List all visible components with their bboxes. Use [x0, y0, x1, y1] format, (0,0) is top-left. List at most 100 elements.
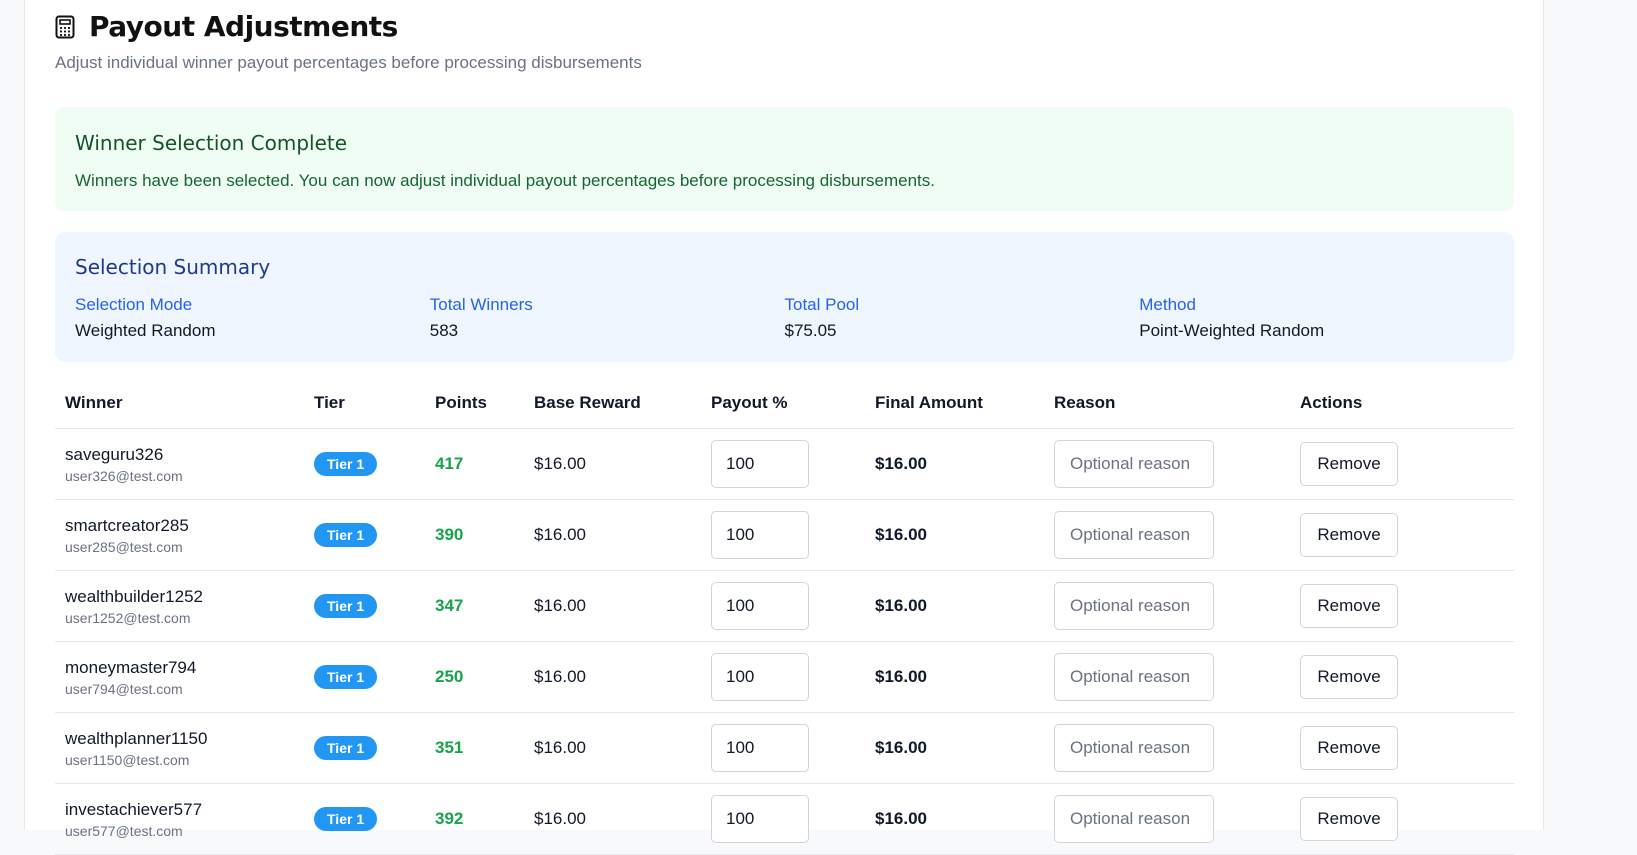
remove-button[interactable]: Remove	[1300, 726, 1398, 770]
final-amount-cell: $16.00	[865, 499, 1044, 571]
points-cell: 390	[425, 499, 524, 571]
reason-input[interactable]	[1054, 440, 1214, 488]
tier-cell: Tier 1	[304, 712, 425, 784]
remove-button[interactable]: Remove	[1300, 797, 1398, 841]
winner-name: wealthbuilder1252	[65, 586, 203, 606]
reason-input[interactable]	[1054, 511, 1214, 559]
final-amount-cell: $16.00	[865, 712, 1044, 784]
actions-cell: Remove	[1290, 783, 1514, 855]
points-cell: 250	[425, 641, 524, 713]
winner-cell: moneymaster794 user794@test.com	[55, 641, 304, 713]
tier-cell: Tier 1	[304, 641, 425, 713]
payout-cell	[701, 641, 865, 713]
winner-email: user285@test.com	[65, 538, 183, 555]
actions-cell: Remove	[1290, 570, 1514, 642]
summary-title: Selection Summary	[75, 255, 271, 279]
remove-button[interactable]: Remove	[1300, 584, 1398, 628]
summary-label: Selection Mode	[75, 295, 193, 314]
column-header-reason: Reason	[1044, 378, 1290, 429]
tier-cell: Tier 1	[304, 783, 425, 855]
alert-text: Winners have been selected. You can now …	[75, 171, 935, 190]
actions-cell: Remove	[1290, 641, 1514, 713]
summary-label: Total Winners	[429, 295, 533, 314]
reason-cell	[1044, 499, 1290, 571]
base-reward-cell: $16.00	[524, 428, 701, 500]
winner-email: user1252@test.com	[65, 609, 191, 626]
winner-name: wealthplanner1150	[65, 728, 208, 748]
final-amount-cell: $16.00	[865, 428, 1044, 500]
points-cell: 347	[425, 570, 524, 642]
actions-cell: Remove	[1290, 428, 1514, 500]
payout-percent-input[interactable]	[711, 795, 809, 843]
remove-button[interactable]: Remove	[1300, 442, 1398, 486]
reason-input[interactable]	[1054, 582, 1214, 630]
table-header-row: Winner Tier Points Base Reward Payout % …	[55, 378, 1514, 429]
page-title: Payout Adjustments	[89, 10, 398, 43]
payout-percent-input[interactable]	[711, 724, 809, 772]
table-row: moneymaster794 user794@test.com Tier 1 2…	[55, 641, 1514, 713]
tier-cell: Tier 1	[304, 570, 425, 642]
reason-input[interactable]	[1054, 795, 1214, 843]
winner-cell: wealthbuilder1252 user1252@test.com	[55, 570, 304, 642]
column-header-final-amount: Final Amount	[865, 378, 1044, 429]
payout-percent-input[interactable]	[711, 440, 809, 488]
column-header-actions: Actions	[1290, 378, 1514, 429]
payout-percent-input[interactable]	[711, 653, 809, 701]
base-reward-cell: $16.00	[524, 712, 701, 784]
winner-email: user326@test.com	[65, 467, 183, 484]
actions-cell: Remove	[1290, 712, 1514, 784]
page-header: Payout Adjustments Adjust individual win…	[55, 10, 642, 73]
reason-cell	[1044, 783, 1290, 855]
payout-cell	[701, 712, 865, 784]
payout-cell	[701, 499, 865, 571]
page-subtitle: Adjust individual winner payout percenta…	[55, 53, 642, 72]
reason-input[interactable]	[1054, 653, 1214, 701]
tier-badge: Tier 1	[314, 807, 378, 831]
payout-percent-input[interactable]	[711, 511, 809, 559]
column-header-payout-pct: Payout %	[701, 378, 865, 429]
tier-badge: Tier 1	[314, 523, 378, 547]
winner-email: user1150@test.com	[65, 751, 190, 768]
summary-selection-mode: Selection Mode Weighted Random	[75, 295, 430, 341]
reason-cell	[1044, 570, 1290, 642]
winner-email: user577@test.com	[65, 822, 183, 839]
tier-cell: Tier 1	[304, 499, 425, 571]
payout-cell	[701, 783, 865, 855]
final-amount-cell: $16.00	[865, 570, 1044, 642]
reason-cell	[1044, 428, 1290, 500]
remove-button[interactable]: Remove	[1300, 513, 1398, 557]
base-reward-cell: $16.00	[524, 641, 701, 713]
table-row: smartcreator285 user285@test.com Tier 1 …	[55, 499, 1514, 571]
reason-input[interactable]	[1054, 724, 1214, 772]
points-cell: 351	[425, 712, 524, 784]
tier-cell: Tier 1	[304, 428, 425, 500]
base-reward-cell: $16.00	[524, 783, 701, 855]
column-header-base-reward: Base Reward	[524, 378, 701, 429]
payout-percent-input[interactable]	[711, 582, 809, 630]
winners-table: Winner Tier Points Base Reward Payout % …	[55, 378, 1514, 855]
title-row: Payout Adjustments	[55, 10, 642, 43]
table-row: wealthbuilder1252 user1252@test.com Tier…	[55, 570, 1514, 642]
payout-cell	[701, 570, 865, 642]
summary-label: Total Pool	[784, 295, 860, 314]
final-amount-cell: $16.00	[865, 641, 1044, 713]
winner-name: smartcreator285	[65, 515, 189, 535]
table-row: wealthplanner1150 user1150@test.com Tier…	[55, 712, 1514, 784]
column-header-points: Points	[425, 378, 524, 429]
summary-method: Method Point-Weighted Random	[1139, 295, 1494, 341]
tier-badge: Tier 1	[314, 665, 378, 689]
remove-button[interactable]: Remove	[1300, 655, 1398, 699]
tier-badge: Tier 1	[314, 452, 378, 476]
winner-name: saveguru326	[65, 444, 164, 464]
points-cell: 417	[425, 428, 524, 500]
summary-total-winners: Total Winners 583	[430, 295, 785, 341]
summary-value: Weighted Random	[75, 321, 216, 340]
payout-cell	[701, 428, 865, 500]
winner-name: moneymaster794	[65, 657, 197, 677]
winner-name: investachiever577	[65, 799, 203, 819]
winners-table-wrap: Winner Tier Points Base Reward Payout % …	[55, 378, 1514, 855]
winner-cell: saveguru326 user326@test.com	[55, 428, 304, 500]
base-reward-cell: $16.00	[524, 570, 701, 642]
points-cell: 392	[425, 783, 524, 855]
alert-title: Winner Selection Complete	[75, 131, 348, 155]
